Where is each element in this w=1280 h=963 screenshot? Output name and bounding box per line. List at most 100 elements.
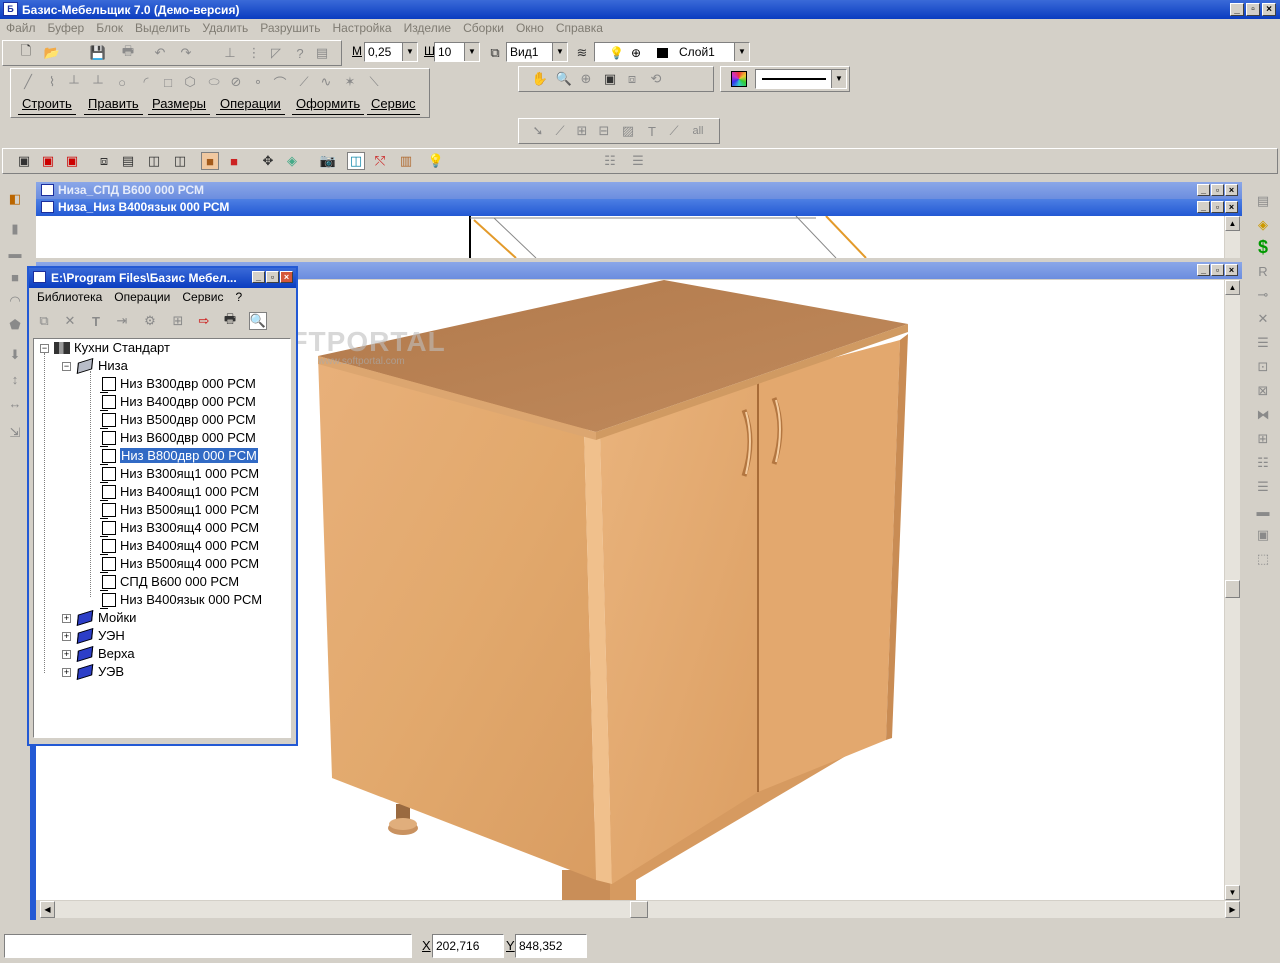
scroll-up-icon[interactable]: ▲ [1225,280,1240,295]
vertical-panel-icon[interactable]: ▮ [6,220,24,238]
bulb-icon[interactable]: 💡 [609,44,624,62]
help-cursor-icon[interactable]: ? [291,44,309,62]
app-logo-icon[interactable]: Б [3,2,18,16]
shaped-panel-icon[interactable]: ⬟ [6,316,24,334]
tab-build[interactable]: Строить [18,96,76,115]
move-vertical-icon[interactable]: ↕ [6,370,24,388]
scroll-right-icon[interactable]: ▶ [1225,901,1240,918]
screw-icon[interactable]: ⊸ [1254,286,1272,304]
points-tool-icon[interactable]: ∘ [249,73,267,91]
grid-icon[interactable]: ⋮ [245,44,263,62]
tree-item[interactable]: Низ В400ящ1 000 РСМ [100,483,259,501]
tree-group-sinks[interactable]: Мойки [76,609,136,627]
restore-icon[interactable]: ▫ [1211,184,1224,196]
tree-root[interactable]: Кухни Стандарт [54,339,170,357]
handle-icon[interactable]: ☷ [1254,454,1272,472]
tab-format[interactable]: Оформить [292,96,365,115]
insert-icon[interactable]: ⇥ [113,312,131,330]
layer-select[interactable]: 💡 ⊕ Слой1 ▼ [594,42,750,62]
select-remove-icon[interactable]: ⊟ [595,122,613,140]
tree-item[interactable]: Низ В500двр 000 РСМ [100,411,256,429]
shelf-icon[interactable]: ☰ [1254,478,1272,496]
polygon-tool-icon[interactable]: ⬡ [181,73,199,91]
snap-icon[interactable]: ◸ [267,44,285,62]
minimize-icon[interactable]: _ [1197,201,1210,213]
box-view-icon[interactable]: ◫ [171,152,189,170]
panel-tool-icon[interactable]: ◧ [6,190,24,208]
fittings-icon[interactable]: ⊞ [1254,430,1272,448]
copy-icon[interactable]: ⧉ [35,312,53,330]
menu-buffer[interactable]: Буфер [48,21,85,35]
library-menu-library[interactable]: Библиотека [37,290,102,304]
restore-icon[interactable]: ▫ [1211,201,1224,213]
delete-icon[interactable]: ✕ [61,312,79,330]
drill-icon[interactable]: ⬇ [6,346,24,364]
save-icon[interactable]: 💾 [89,44,107,62]
light-icon[interactable]: ◈ [283,152,301,170]
print-icon[interactable]: 🖶 [119,43,137,62]
window-front-title-bar[interactable]: Низа_Низ В400язык 000 РСМ _ ▫ × [36,199,1242,216]
menu-settings[interactable]: Настройка [332,21,391,35]
view-front-icon[interactable]: ▣ [15,152,33,170]
rectangle-tool-icon[interactable]: □ [159,73,177,91]
materials-icon[interactable]: ◈ [1254,216,1272,234]
restore-icon[interactable]: ▫ [266,271,279,283]
library-menu-operations[interactable]: Операции [114,290,170,304]
tree-group-top[interactable]: Верха [76,645,135,663]
tab-edit[interactable]: Править [84,96,143,115]
pointer-icon[interactable]: ➘ [529,122,547,140]
polyline-tool-icon[interactable]: ⌇ [43,73,61,91]
color-palette-icon[interactable] [731,71,747,87]
library-title-bar[interactable]: E:\Program Files\Базис Мебел... _ ▫ × [29,268,296,288]
collapse-icon[interactable]: − [40,344,49,353]
tree-group-bottom[interactable]: Низа [76,357,128,375]
circle-tool-icon[interactable]: ○ [113,73,131,91]
select-all-icon[interactable]: all [689,122,707,140]
undo-icon[interactable]: ↶ [151,44,169,62]
minimize-icon[interactable]: _ [1197,264,1210,276]
import-icon[interactable]: ⇨ [195,312,213,330]
tree-item[interactable]: Низ В300двр 000 РСМ [100,375,256,393]
settings-icon[interactable]: ⚙ [141,312,159,330]
library-menu-service[interactable]: Сервис [182,290,223,304]
hline-tool-icon[interactable]: ┴ [65,73,83,91]
wireframe-icon[interactable]: ⧈ [95,152,113,170]
tree-item[interactable]: Низ В500ящ1 000 РСМ [100,501,259,519]
minimize-icon[interactable]: _ [252,271,265,283]
redo-icon[interactable]: ↷ [177,44,195,62]
front-panel-icon[interactable]: ■ [6,268,24,286]
zoom-page-icon[interactable]: ▣ [601,70,619,88]
spline-tool-icon[interactable]: ∿ [317,73,335,91]
expand-icon[interactable]: + [62,668,71,677]
select-add-icon[interactable]: ⊞ [573,122,591,140]
tree-item[interactable]: Низ В600двр 000 РСМ [100,429,256,447]
expand-icon[interactable]: + [62,650,71,659]
rail-icon[interactable]: ☰ [1254,334,1272,352]
radius-icon[interactable]: R [1254,262,1272,280]
tab-service[interactable]: Сервис [367,96,420,115]
collapse-icon[interactable]: − [62,362,71,371]
tree-item[interactable]: Низ В400ящ4 000 РСМ [100,537,259,555]
close-icon[interactable]: × [1225,264,1238,276]
axes3d-icon[interactable]: ⤲ [371,152,389,170]
tab-dimensions[interactable]: Размеры [148,96,211,115]
scroll-down-icon[interactable]: ▼ [1225,885,1240,900]
pick-icon[interactable]: ⟋ [551,122,569,140]
tree-group-uev[interactable]: УЭВ [76,663,124,681]
menu-delete[interactable]: Удалить [202,21,248,35]
hinge-icon[interactable]: ⊠ [1254,382,1272,400]
window-back-title-bar[interactable]: Низа_СПД В600 000 РСМ _ ▫ × [36,182,1242,199]
views-icon[interactable]: ⧉ [486,44,504,62]
text-icon[interactable]: T [643,122,661,140]
tree-item[interactable]: Низ В300ящ1 000 РСМ [100,465,259,483]
tree-item[interactable]: СПД В600 000 РСМ [100,573,239,591]
hatch-icon[interactable]: ▨ [619,122,637,140]
line-tool-icon[interactable]: ╱ [19,73,37,91]
step-select[interactable]: 0,25 ▼ [364,42,418,62]
pack-icon[interactable]: ⬚ [1254,550,1272,568]
arc-tool-icon[interactable]: ◜ [137,73,155,91]
tree-structure-icon[interactable]: ☷ [601,152,619,170]
scroll-left-icon[interactable]: ◀ [40,901,55,918]
curved-panel-icon[interactable]: ◠ [6,292,24,310]
zoom-all-icon[interactable]: ⧈ [623,70,641,88]
